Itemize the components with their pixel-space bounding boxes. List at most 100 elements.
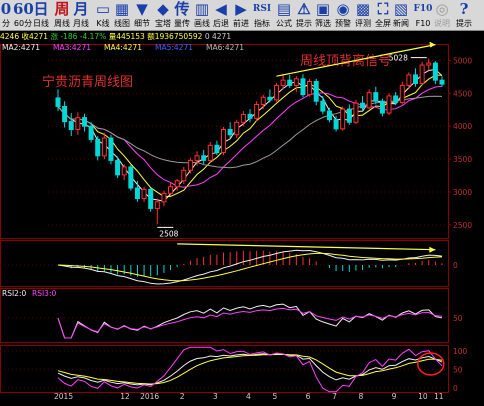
candle-24 xyxy=(214,140,220,156)
x-tick-label-6: 5 xyxy=(272,392,277,401)
x-tick-label-2: 2016 xyxy=(140,392,159,401)
ma-legend-0: MA2:4271 xyxy=(2,43,40,52)
candle-3 xyxy=(75,112,81,135)
candle-body xyxy=(81,117,87,127)
toolbar-button-15[interactable]: ⚠ 提示 xyxy=(294,0,314,30)
candle-body xyxy=(240,113,246,123)
candle-body xyxy=(432,62,438,81)
toolbar-label-0: 分 xyxy=(2,19,10,28)
candle-body xyxy=(379,100,385,114)
candle-body xyxy=(346,108,352,123)
toolbar-button-14[interactable]: ▤ 公式 xyxy=(274,0,294,30)
candle-36 xyxy=(293,76,299,93)
toolbar-icon-16: ▣ xyxy=(315,0,331,18)
candle-38 xyxy=(307,78,313,97)
toolbar-button-1[interactable]: 60 60分 xyxy=(13,0,34,30)
candle-4 xyxy=(81,113,87,132)
candle-body xyxy=(313,80,319,102)
candle-body xyxy=(340,108,346,130)
candle-body xyxy=(141,188,147,200)
toolbar-button-17[interactable]: ◉ 预警 xyxy=(333,0,353,30)
x-tick-label-0: 2015 xyxy=(54,392,73,401)
toolbar-icon-6: ▦ xyxy=(114,0,130,18)
toolbar-button-18[interactable]: ▩ 评测 xyxy=(353,0,373,30)
toolbar-button-11[interactable]: ◀ 后退 xyxy=(211,0,231,30)
toolbar-button-13[interactable]: RSI 指标 xyxy=(252,0,272,30)
toolbar-button-21[interactable]: F10 F10 xyxy=(413,0,433,30)
toolbar-label-11: 后退 xyxy=(213,19,229,28)
toolbar-button-8[interactable]: ◆ 宝塔 xyxy=(153,0,173,30)
toolbar-button-20[interactable]: ▧ 新闻 xyxy=(391,0,411,30)
toolbar-button-19[interactable]: ⛶ 全屏 xyxy=(373,0,393,30)
candle-29 xyxy=(247,109,253,123)
candle-40 xyxy=(320,95,326,115)
candle-12 xyxy=(134,180,140,202)
candle-14 xyxy=(148,188,154,212)
candle-body xyxy=(227,128,233,136)
candle-28 xyxy=(240,111,246,127)
candle-49 xyxy=(379,98,385,117)
candle-body xyxy=(406,74,412,86)
candle-45 xyxy=(353,99,359,125)
toolbar-button-4[interactable]: 月月线 xyxy=(71,0,91,30)
toolbar-icon-11: ◀ xyxy=(215,0,227,18)
toolbar-label-13: 指标 xyxy=(254,19,270,28)
x-tick-label-1: 12 xyxy=(120,392,130,401)
candle-50 xyxy=(386,93,392,116)
toolbar-button-7[interactable]: ▼ 细节 xyxy=(132,0,152,30)
candle-body xyxy=(168,186,174,194)
candle-1 xyxy=(62,101,68,128)
toolbar-button-9[interactable]: 传量传 xyxy=(172,0,192,30)
rsi-legend-0: RSI2:0 xyxy=(2,289,26,298)
toolbar-icon-20: ▧ xyxy=(393,0,409,18)
candle-27 xyxy=(234,119,240,139)
candle-body xyxy=(293,78,299,86)
toolbar-button-5[interactable]: ▭ K线 xyxy=(93,0,113,30)
toolbar-icon-4: 月 xyxy=(73,0,89,18)
price-tick-label-5: 2500 xyxy=(453,221,472,230)
candle-35 xyxy=(287,74,293,89)
candle-body xyxy=(161,192,167,203)
x-tick-label-4: 3 xyxy=(213,392,218,401)
toolbar-label-20: 新闻 xyxy=(393,19,409,28)
candle-body xyxy=(101,137,107,157)
toolbar-button-12[interactable]: ▶ 前进 xyxy=(231,0,251,30)
toolbar-button-22[interactable]: ◎ 说明 xyxy=(432,0,452,30)
toolbar-button-0[interactable]: 0分 xyxy=(0,0,12,30)
ma-legend-1: MA3:4271 xyxy=(53,43,91,52)
kdj-tick-label-1: 50 xyxy=(453,366,463,375)
ma-legend-3: MA5:4271 xyxy=(155,43,193,52)
price-tick-label-2: 4000 xyxy=(453,122,472,131)
candle-16 xyxy=(161,190,167,207)
toolbar-button-6[interactable]: ▦ 线图 xyxy=(112,0,132,30)
candle-22 xyxy=(201,149,207,165)
candle-body xyxy=(366,92,372,109)
toolbar-button-2[interactable]: 日日线 xyxy=(31,0,51,30)
candle-body xyxy=(201,155,207,161)
x-tick-label-10: 9 xyxy=(392,392,397,401)
candle-26 xyxy=(227,122,233,139)
ma-legend-4: MA6:4271 xyxy=(206,43,244,52)
signal-annotation: 周线顶背离信号 xyxy=(300,53,391,69)
toolbar-icon-10: ▥ xyxy=(194,0,210,18)
candle-body xyxy=(260,96,266,106)
toolbar-icon-0: 0 xyxy=(0,0,12,18)
toolbar-button-3[interactable]: 周周线 xyxy=(52,0,72,30)
candle-body xyxy=(154,201,160,209)
candle-41 xyxy=(326,107,332,123)
toolbar-icon-3: 周 xyxy=(54,0,70,18)
price-tick-label-1: 4500 xyxy=(453,89,472,98)
toolbar-button-16[interactable]: ▣ 筛选 xyxy=(313,0,333,30)
toolbar-button-10[interactable]: ▥ 画线 xyxy=(192,0,212,30)
candle-body xyxy=(413,74,419,84)
candle-48 xyxy=(373,86,379,105)
toolbar-icon-13: RSI xyxy=(252,4,272,14)
candle-47 xyxy=(366,89,372,110)
toolbar-label-10: 画线 xyxy=(194,19,210,28)
toolbar-button-23[interactable]: ? 提示 xyxy=(454,0,474,30)
candle-23 xyxy=(207,141,213,163)
toolbar-icon-22: ◎ xyxy=(435,0,449,18)
stock-name-annotation: 宁贵沥青周线图 xyxy=(42,74,133,90)
candle-body xyxy=(214,144,220,154)
divergence-arrow-macd xyxy=(177,243,436,251)
